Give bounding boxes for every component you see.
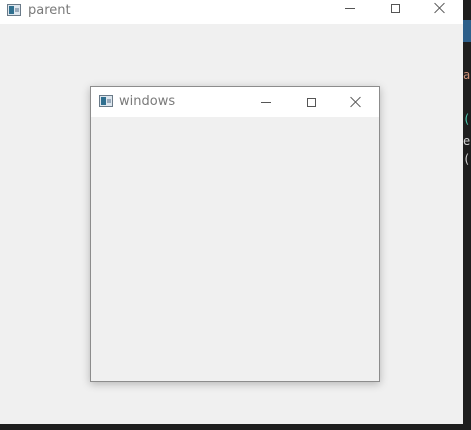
child-window-title: windows — [119, 94, 176, 109]
editor-char: ( — [463, 152, 471, 166]
child-maximize-button[interactable] — [289, 87, 333, 117]
editor-scroll-marker — [463, 20, 471, 42]
maximize-icon — [306, 97, 316, 107]
child-window: windows — [90, 86, 380, 382]
desktop-screen: a ( e ( parent windows — [0, 0, 471, 430]
app-window-icon — [7, 4, 21, 16]
editor-char: ( — [463, 112, 471, 126]
parent-window: parent windows — [0, 0, 463, 424]
minimize-icon — [261, 101, 271, 103]
minimize-icon — [345, 7, 355, 9]
parent-titlebar[interactable]: parent — [0, 0, 463, 24]
editor-char: a — [463, 68, 471, 82]
child-titlebar[interactable]: windows — [91, 87, 379, 117]
close-icon — [434, 2, 446, 14]
maximize-icon — [390, 3, 400, 13]
child-minimize-button[interactable] — [244, 87, 288, 117]
child-close-button[interactable] — [334, 87, 378, 117]
editor-char: e — [463, 134, 471, 148]
parent-window-title: parent — [28, 3, 71, 18]
parent-minimize-button[interactable] — [328, 0, 372, 20]
parent-maximize-button[interactable] — [373, 0, 417, 20]
close-icon — [350, 96, 362, 108]
parent-close-button[interactable] — [418, 0, 462, 20]
child-window-body — [91, 117, 379, 381]
editor-sliver: a ( e ( — [463, 0, 471, 430]
app-window-icon — [99, 95, 113, 107]
